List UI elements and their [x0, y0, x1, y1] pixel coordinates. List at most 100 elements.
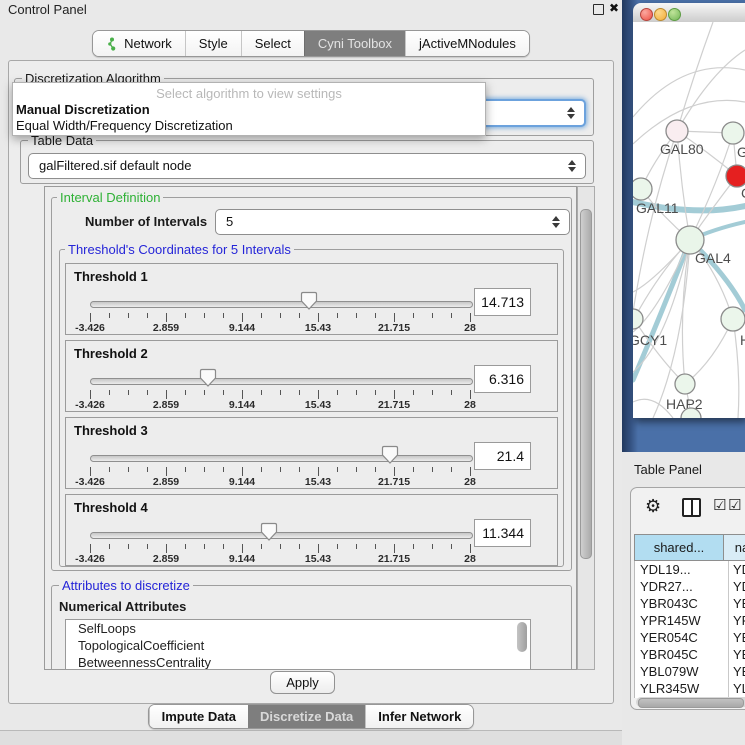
- slider-thumb[interactable]: [300, 291, 318, 311]
- gear-icon[interactable]: ⚙: [645, 496, 661, 517]
- tab-infer-network-label: Infer Network: [378, 709, 461, 724]
- node-label: GA: [737, 144, 745, 160]
- node-label: GCY1: [633, 332, 667, 348]
- network-canvas[interactable]: GAL80GACGAL11GAL4GCY1HHAP2: [633, 22, 745, 418]
- cell-shared-name: YBL079W: [635, 663, 729, 680]
- tab-discretize-data-label: Discretize Data: [260, 709, 353, 724]
- table-row[interactable]: YLR345WYLR3: [635, 680, 745, 697]
- network-node-h[interactable]: [721, 307, 745, 331]
- slider-tick: [261, 544, 262, 549]
- thresholds-group-label: Threshold's Coordinates for 5 Intervals: [65, 242, 294, 257]
- slider-tick: [109, 467, 110, 472]
- node-table: shared... na YDL19...YDL1YDR27...YDR2YBR…: [634, 534, 745, 698]
- slider-track[interactable]: [90, 532, 473, 539]
- threshold-panel-2: Threshold 2-3.4262.8599.14415.4321.71528…: [65, 340, 558, 412]
- threshold-value-field[interactable]: 11.344: [474, 519, 531, 547]
- slider-tick-label: 2.859: [153, 476, 179, 488]
- number-of-intervals-combobox[interactable]: 5: [215, 209, 570, 235]
- network-node-c[interactable]: [726, 165, 745, 187]
- attribute-item[interactable]: TopologicalCoefficient: [66, 637, 530, 654]
- slider-track[interactable]: [90, 301, 473, 308]
- network-node-gcy1[interactable]: [633, 309, 643, 329]
- tab-network[interactable]: Network: [93, 31, 185, 56]
- dropdown-option-equal-width-frequency[interactable]: Equal Width/Frequency Discretization: [16, 118, 233, 133]
- attribute-item[interactable]: SelfLoops: [66, 620, 530, 637]
- list-scrollbar[interactable]: [517, 622, 527, 652]
- tab-style[interactable]: Style: [185, 31, 241, 56]
- slider-tick-label: 2.859: [153, 399, 179, 411]
- slider-thumb[interactable]: [260, 522, 278, 542]
- slider-tick: [394, 467, 395, 476]
- close-icon[interactable]: ✖: [609, 1, 619, 15]
- checkbox-checked-icon[interactable]: ☑: [728, 496, 741, 514]
- slider-thumb[interactable]: [381, 445, 399, 465]
- slider-tick: [451, 390, 452, 395]
- control-panel-titlebar: Control Panel ✖: [0, 0, 622, 18]
- scrollbar-thumb[interactable]: [638, 698, 744, 708]
- apply-button[interactable]: Apply: [270, 671, 335, 694]
- slider-tick: [90, 467, 91, 476]
- tab-discretize-data[interactable]: Discretize Data: [248, 705, 365, 728]
- tab-infer-network[interactable]: Infer Network: [365, 705, 473, 728]
- network-node-ga[interactable]: [722, 122, 744, 144]
- slider-tick-label: 9.144: [229, 322, 255, 334]
- scrollbar-thumb[interactable]: [580, 209, 592, 559]
- columns-icon[interactable]: [682, 498, 701, 517]
- slider-tick: [242, 544, 243, 553]
- slider-tick: [375, 544, 376, 549]
- slider-tick: [185, 467, 186, 472]
- slider-tick: [375, 390, 376, 395]
- network-node-gal11[interactable]: [633, 178, 652, 200]
- network-nodes[interactable]: GAL80GACGAL11GAL4GCY1HHAP2: [633, 120, 745, 418]
- table-row[interactable]: YBL079WYBL0: [635, 663, 745, 680]
- table-row[interactable]: YBR045CYBR0: [635, 646, 745, 663]
- table-row[interactable]: YBR043CYBR0: [635, 595, 745, 612]
- slider-tick-label: 15.43: [305, 322, 331, 334]
- float-window-icon[interactable]: [593, 4, 604, 15]
- dropdown-option-manual-discretization[interactable]: Manual Discretization: [16, 102, 150, 117]
- cell-name: YBL0: [729, 663, 745, 680]
- slider-tick: [451, 313, 452, 318]
- slider-tick: [470, 544, 471, 553]
- column-header-name[interactable]: na: [724, 535, 745, 560]
- cell-name: YDL1: [729, 561, 745, 578]
- threshold-value-field[interactable]: 21.4: [474, 442, 531, 470]
- cell-shared-name: YDL19...: [635, 561, 729, 578]
- table-row[interactable]: YDL19...YDL1: [635, 561, 745, 578]
- vertical-scrollbar[interactable]: [577, 186, 595, 670]
- cell-name: YLR3: [729, 680, 745, 697]
- threshold-value-field[interactable]: 6.316: [474, 365, 531, 393]
- zoom-traffic-light-icon[interactable]: [668, 8, 681, 21]
- minimize-traffic-light-icon[interactable]: [654, 8, 667, 21]
- horizontal-scrollbar[interactable]: [636, 697, 745, 707]
- tab-cyni-toolbox[interactable]: Cyni Toolbox: [304, 31, 405, 56]
- table-row[interactable]: YPR145WYPR1: [635, 612, 745, 629]
- threshold-value-field[interactable]: 14.713: [474, 288, 531, 316]
- network-node-gal80[interactable]: [666, 120, 688, 142]
- tab-select[interactable]: Select: [241, 31, 304, 56]
- checkbox-checked-icon[interactable]: ☑: [713, 496, 726, 514]
- tab-impute-data[interactable]: Impute Data: [149, 705, 248, 728]
- network-window-titlebar[interactable]: [633, 3, 745, 23]
- slider-tick: [166, 467, 167, 476]
- attribute-item[interactable]: BetweennessCentrality: [66, 654, 530, 670]
- tab-cyni-toolbox-label: Cyni Toolbox: [318, 36, 392, 51]
- slider-track[interactable]: [90, 378, 473, 385]
- slider-tick: [375, 313, 376, 318]
- table-data-combobox[interactable]: galFiltered.sif default node: [28, 153, 586, 179]
- slider-tick: [185, 390, 186, 395]
- table-row[interactable]: YER054CYER0: [635, 629, 745, 646]
- slider-tick: [261, 467, 262, 472]
- column-header-shared-name[interactable]: shared...: [635, 535, 724, 560]
- network-node-hap2[interactable]: [675, 374, 695, 394]
- algorithm-hint-text: Select algorithm to view settings: [13, 86, 485, 101]
- numerical-attributes-list[interactable]: SelfLoopsTopologicalCoefficientBetweenne…: [65, 619, 531, 670]
- slider-tick: [318, 313, 319, 322]
- slider-thumb[interactable]: [199, 368, 217, 388]
- table-row[interactable]: YDR27...YDR2: [635, 578, 745, 595]
- close-traffic-light-icon[interactable]: [640, 8, 653, 21]
- slider-track[interactable]: [90, 455, 473, 462]
- node-label: GAL4: [695, 250, 731, 266]
- tab-jactivemnodules[interactable]: jActiveMNodules: [405, 31, 529, 56]
- bottom-tab-bar: Impute Data Discretize Data Infer Networ…: [0, 704, 622, 729]
